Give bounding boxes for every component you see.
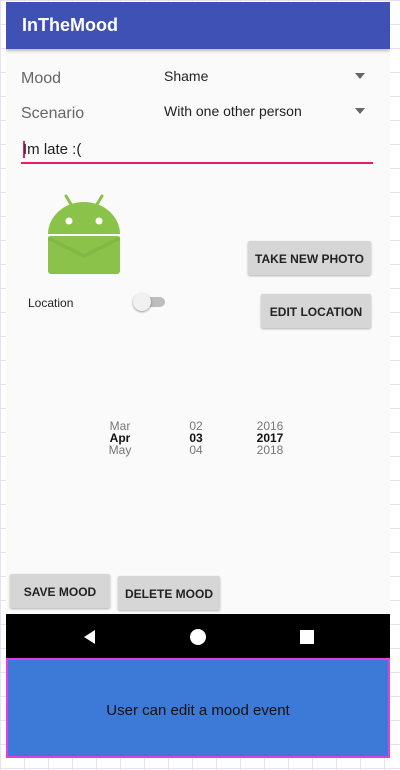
toggle-thumb <box>133 293 151 311</box>
caption-panel: User can edit a mood event <box>6 658 390 758</box>
location-toggle[interactable] <box>133 293 165 311</box>
reason-input[interactable]: Im late :( <box>21 138 373 164</box>
edit-location-button[interactable]: EDIT LOCATION <box>261 294 371 328</box>
reason-input-value: Im late :( <box>23 141 82 158</box>
app-bar: InTheMood <box>6 2 390 49</box>
scenario-spinner[interactable]: With one other person <box>161 101 371 125</box>
month-next: May <box>108 443 132 457</box>
mood-spinner-value: Shame <box>164 68 209 84</box>
delete-mood-label: DELETE MOOD <box>124 587 213 601</box>
navigation-bar <box>6 614 390 658</box>
save-mood-button[interactable]: SAVE MOOD <box>10 574 110 608</box>
recents-square-icon[interactable] <box>300 630 314 644</box>
month-picker[interactable]: Mar Apr May <box>98 420 142 456</box>
mood-label: Mood <box>21 70 62 87</box>
take-photo-button[interactable]: TAKE NEW PHOTO <box>248 241 371 275</box>
home-circle-icon[interactable] <box>190 629 206 645</box>
take-photo-label: TAKE NEW PHOTO <box>255 252 364 266</box>
year-picker[interactable]: 2016 2017 2018 <box>248 420 292 456</box>
delete-mood-button[interactable]: DELETE MOOD <box>118 576 220 610</box>
year-next: 2018 <box>256 443 284 457</box>
scenario-label: Scenario <box>21 105 85 122</box>
back-triangle-icon[interactable] <box>84 630 96 644</box>
app-title: InTheMood <box>22 15 118 35</box>
dropdown-arrow-icon <box>355 108 365 114</box>
scenario-spinner-value: With one other person <box>164 103 302 119</box>
dropdown-arrow-icon <box>355 73 365 79</box>
mood-spinner[interactable]: Shame <box>161 66 371 90</box>
day-picker[interactable]: 02 03 04 <box>178 420 214 456</box>
phone-screen: InTheMood Mood Shame Scenario With one o… <box>6 2 390 658</box>
day-next: 04 <box>189 443 203 457</box>
android-icon[interactable] <box>44 192 124 276</box>
save-mood-label: SAVE MOOD <box>23 585 97 599</box>
location-label: Location <box>28 296 74 310</box>
edit-location-label: EDIT LOCATION <box>269 305 363 319</box>
caption-text: User can edit a mood event <box>106 702 290 719</box>
